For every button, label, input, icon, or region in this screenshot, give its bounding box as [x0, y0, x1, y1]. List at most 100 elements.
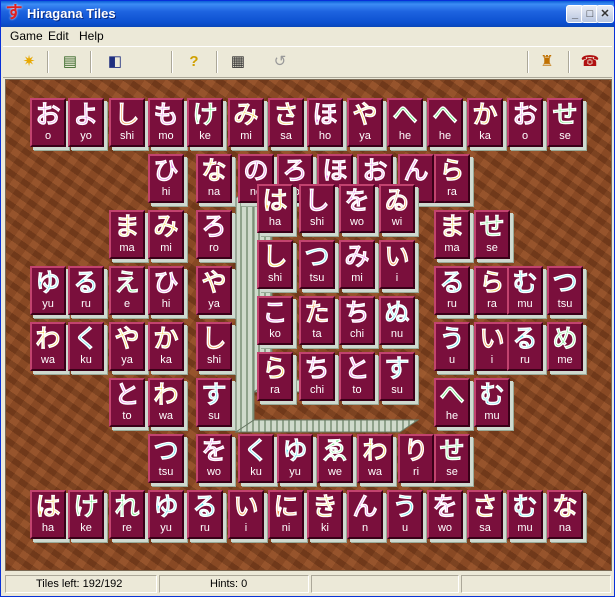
tile-to[interactable]: と to [339, 352, 375, 401]
tile-ra[interactable]: ら ra [474, 266, 510, 315]
tile-he[interactable]: へ he [427, 98, 463, 147]
tile-wo[interactable]: を wo [427, 490, 463, 539]
game-board[interactable]: お o よ yo し shi も mo け ke み mi さ sa ほ ho や ya へ he へ he か ka お o せ s… [5, 79, 612, 571]
new-game-icon[interactable]: ✷ [18, 51, 40, 73]
exit-icon[interactable]: ☎ [579, 51, 601, 73]
tile-wa[interactable]: わ wa [30, 322, 66, 371]
menu-edit[interactable]: Edit [48, 29, 69, 43]
hint-icon[interactable]: ? [183, 51, 205, 73]
tile-su[interactable]: す su [196, 378, 232, 427]
menu-help[interactable]: Help [79, 29, 104, 43]
tile-mu[interactable]: む mu [474, 378, 510, 427]
tile-ke[interactable]: け ke [187, 98, 223, 147]
tile-se[interactable]: せ se [474, 210, 510, 259]
tile-ru[interactable]: る ru [187, 490, 223, 539]
tile-shi[interactable]: し shi [196, 322, 232, 371]
tile-to[interactable]: と to [109, 378, 145, 427]
tile-ka[interactable]: か ka [148, 322, 184, 371]
tile-mo[interactable]: も mo [148, 98, 184, 147]
tile-mu[interactable]: む mu [507, 490, 543, 539]
tile-u[interactable]: うu [434, 322, 470, 371]
tile-ku[interactable]: く ku [68, 322, 104, 371]
toolbar: ✷ ▤ ◧ ? ▦ ↺ ♜ ☎ [3, 46, 612, 78]
tile-sa[interactable]: さ sa [467, 490, 503, 539]
tile-ro[interactable]: ろ ro [196, 210, 232, 259]
tile-n[interactable]: んn [347, 490, 383, 539]
tile-ni[interactable]: に ni [268, 490, 304, 539]
tile-o[interactable]: おo [507, 98, 543, 147]
tile-wo[interactable]: を wo [339, 184, 375, 233]
tile-tsu[interactable]: つ tsu [148, 434, 184, 483]
tile-sa[interactable]: さ sa [268, 98, 304, 147]
tile-chi[interactable]: ち chi [339, 296, 375, 345]
menu-game[interactable]: Game [10, 29, 43, 43]
tile-shi[interactable]: し shi [257, 240, 293, 289]
app-icon[interactable]: す [5, 4, 23, 22]
tile-ki[interactable]: き ki [307, 490, 343, 539]
tile-mi[interactable]: み mi [339, 240, 375, 289]
layout-icon[interactable]: ▤ [59, 51, 81, 73]
tile-nu[interactable]: ぬ nu [379, 296, 415, 345]
tile-ku[interactable]: く ku [238, 434, 274, 483]
tile-ko[interactable]: こ ko [257, 296, 293, 345]
tile-hi[interactable]: ひ hi [148, 154, 184, 203]
tile-yu[interactable]: ゆ yu [30, 266, 66, 315]
tile-chi[interactable]: ち chi [299, 352, 335, 401]
tile-ha[interactable]: は ha [257, 184, 293, 233]
tile-ma[interactable]: ま ma [109, 210, 145, 259]
tile-mi[interactable]: み mi [228, 98, 264, 147]
tile-i[interactable]: いi [474, 322, 510, 371]
tile-ta[interactable]: た ta [299, 296, 335, 345]
tile-ru[interactable]: る ru [434, 266, 470, 315]
tile-wi[interactable]: ゐ wi [379, 184, 415, 233]
tile-wa[interactable]: わ wa [357, 434, 393, 483]
tile-ha[interactable]: は ha [30, 490, 66, 539]
tile-ya[interactable]: や ya [196, 266, 232, 315]
tile-me[interactable]: め me [547, 322, 583, 371]
tile-tsu[interactable]: つ tsu [547, 266, 583, 315]
tile-ra[interactable]: ら ra [434, 154, 470, 203]
tile-ma[interactable]: ま ma [434, 210, 470, 259]
tile-wa[interactable]: わ wa [148, 378, 184, 427]
tile-na[interactable]: な na [196, 154, 232, 203]
tile-yu[interactable]: ゆ yu [277, 434, 313, 483]
tile-he[interactable]: へ he [434, 378, 470, 427]
tile-yo[interactable]: よ yo [68, 98, 104, 147]
shuffle-icon[interactable]: ▦ [227, 51, 249, 73]
close-button[interactable]: ✕ [596, 5, 614, 23]
tile-ka[interactable]: か ka [467, 98, 503, 147]
tile-hi[interactable]: ひ hi [148, 266, 184, 315]
tile-wo[interactable]: を wo [196, 434, 232, 483]
tile-o[interactable]: おo [30, 98, 66, 147]
tile-e[interactable]: えe [109, 266, 145, 315]
scores-icon[interactable]: ♜ [536, 51, 558, 73]
tile-ra[interactable]: ら ra [257, 352, 293, 401]
tile-ri[interactable]: り ri [398, 434, 434, 483]
tile-tsu[interactable]: つ tsu [299, 240, 335, 289]
tile-mi[interactable]: み mi [148, 210, 184, 259]
tile-re[interactable]: れ re [109, 490, 145, 539]
tile-i[interactable]: いi [228, 490, 264, 539]
tile-ru[interactable]: る ru [68, 266, 104, 315]
tile-we[interactable]: ゑ we [317, 434, 353, 483]
tile-he[interactable]: へ he [387, 98, 423, 147]
undo-icon[interactable]: ↺ [269, 51, 291, 73]
title-bar[interactable]: す Hiragana Tiles _ □ ✕ [1, 1, 614, 27]
tile-se[interactable]: せ se [547, 98, 583, 147]
tile-i[interactable]: いi [379, 240, 415, 289]
tile-ya[interactable]: や ya [347, 98, 383, 147]
tile-na[interactable]: な na [547, 490, 583, 539]
tile-ke[interactable]: け ke [68, 490, 104, 539]
tile-se[interactable]: せ se [434, 434, 470, 483]
tile-ya[interactable]: や ya [109, 322, 145, 371]
tile-ho[interactable]: ほ ho [307, 98, 343, 147]
tile-kana: ろ [282, 157, 308, 186]
tileset-icon[interactable]: ◧ [104, 51, 126, 73]
tile-shi[interactable]: し shi [109, 98, 145, 147]
tile-u[interactable]: うu [387, 490, 423, 539]
tile-ru[interactable]: る ru [507, 322, 543, 371]
tile-su[interactable]: す su [379, 352, 415, 401]
tile-mu[interactable]: む mu [507, 266, 543, 315]
tile-shi[interactable]: し shi [299, 184, 335, 233]
tile-yu[interactable]: ゆ yu [148, 490, 184, 539]
